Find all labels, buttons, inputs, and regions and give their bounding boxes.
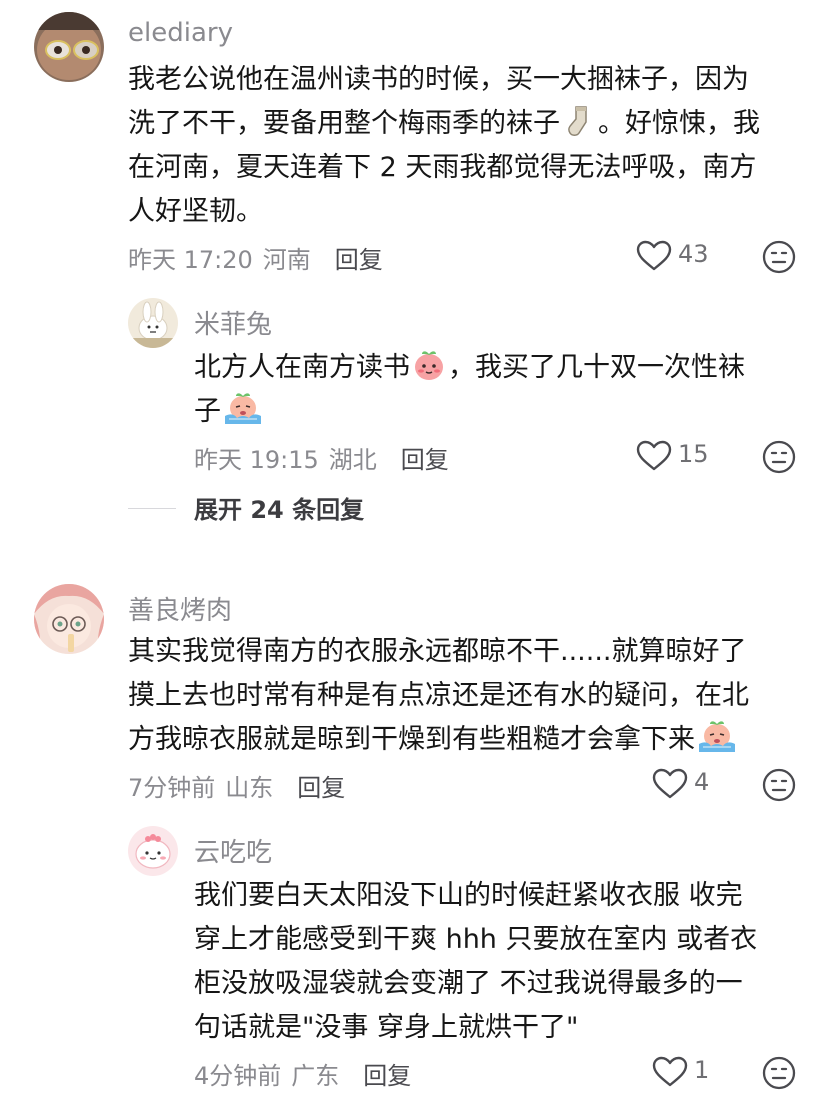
heart-icon — [636, 440, 672, 472]
reply-button[interactable]: 回复 — [297, 774, 345, 802]
timestamp: 昨天 19:15 — [194, 446, 319, 474]
reply-meta: 昨天 19:15 湖北 回复 — [194, 440, 459, 475]
location: 河南 — [262, 246, 311, 274]
crying-peach-emoji — [697, 720, 737, 754]
sock-emoji — [562, 104, 596, 138]
like-count: 1 — [694, 1056, 710, 1084]
timestamp: 4分钟前 — [194, 1062, 282, 1090]
username[interactable]: 云吃吃 — [194, 832, 272, 869]
like-button[interactable]: 15 — [636, 440, 716, 480]
comment: 善良烤肉 其实我觉得南方的衣服永远都晾不干......就算晾好了 摸上去也时常有… — [0, 560, 828, 1104]
timestamp: 7分钟前 — [128, 774, 216, 802]
avatar[interactable] — [128, 298, 178, 348]
divider — [128, 508, 176, 509]
heart-icon — [652, 768, 688, 800]
heart-icon — [636, 240, 672, 272]
avatar[interactable] — [34, 584, 104, 654]
neutral-face-icon[interactable] — [762, 768, 796, 802]
neutral-face-icon[interactable] — [762, 240, 796, 274]
like-count: 43 — [678, 240, 709, 268]
heart-icon — [652, 1056, 688, 1088]
like-count: 4 — [694, 768, 710, 796]
crying-peach-emoji — [223, 392, 263, 426]
comment-text: 其实我觉得南方的衣服永远都晾不干......就算晾好了 摸上去也时常有种是有点凉… — [128, 636, 749, 755]
comment-text: 我老公说他在温州读书的时候，买一大捆袜子，因为 洗了不干，要备用整个梅雨季的袜子… — [128, 64, 760, 227]
like-button[interactable]: 1 — [652, 1056, 716, 1096]
comment-meta: 7分钟前 山东 回复 — [128, 768, 355, 803]
comment: elediary 我老公说他在温州读书的时候，买一大捆袜子，因为 洗了不干，要备… — [0, 0, 828, 540]
avatar[interactable] — [128, 826, 178, 876]
avatar[interactable] — [34, 12, 104, 82]
location: 湖北 — [328, 446, 377, 474]
expand-replies-button[interactable]: 展开 24 条回复 — [194, 490, 364, 525]
like-count: 15 — [678, 440, 709, 468]
reply-text: 我们要白天太阳没下山的时候赶紧收衣服 收完 穿上才能感受到干爽 hhh 只要放在… — [194, 880, 758, 1043]
like-button[interactable]: 43 — [636, 240, 716, 280]
timestamp: 昨天 17:20 — [128, 246, 253, 274]
reply-button[interactable]: 回复 — [363, 1062, 411, 1090]
username[interactable]: elediary — [128, 18, 233, 48]
username[interactable]: 善良烤肉 — [128, 590, 232, 627]
like-button[interactable]: 4 — [652, 768, 716, 808]
reply-button[interactable]: 回复 — [335, 246, 383, 274]
location: 广东 — [291, 1062, 340, 1090]
reply-button[interactable]: 回复 — [401, 446, 449, 474]
username[interactable]: 米菲兔 — [194, 304, 272, 341]
reply-text: 北方人在南方读书 ，我买了几十双一次性袜 子 — [194, 346, 804, 434]
reply-meta: 4分钟前 广东 回复 — [194, 1056, 421, 1091]
neutral-face-icon[interactable] — [762, 1056, 796, 1090]
neutral-face-icon[interactable] — [762, 440, 796, 474]
location: 山东 — [225, 774, 274, 802]
blushing-peach-emoji — [412, 348, 446, 382]
comment-meta: 昨天 17:20 河南 回复 — [128, 240, 393, 275]
